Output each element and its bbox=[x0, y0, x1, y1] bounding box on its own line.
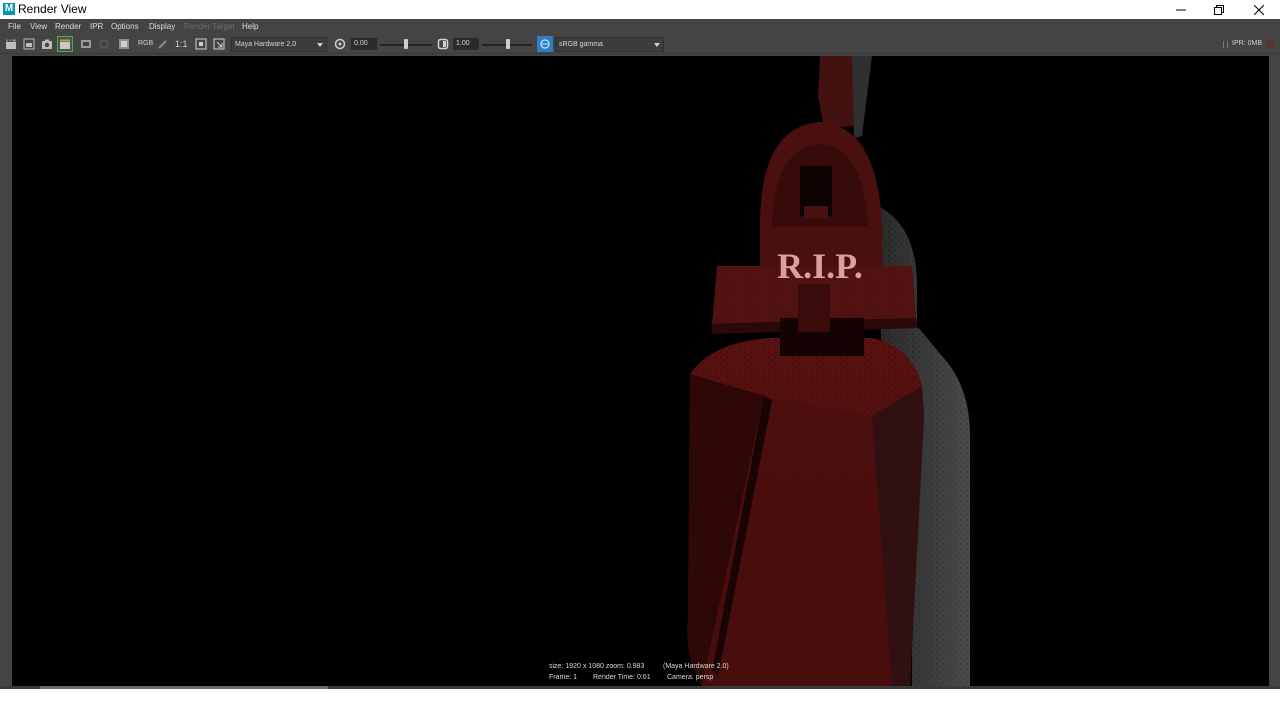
tombstone-inscription: R.I.P. bbox=[777, 246, 863, 286]
colorspace-dropdown[interactable]: sRGB gamma bbox=[555, 37, 664, 52]
colorspace-dropdown-label: sRGB gamma bbox=[559, 41, 603, 48]
exposure-reset-icon[interactable] bbox=[334, 38, 346, 50]
chevron-down-icon bbox=[317, 43, 323, 47]
menu-ipr[interactable]: IPR bbox=[90, 19, 103, 34]
minimize-icon bbox=[1176, 9, 1186, 10]
close-button[interactable] bbox=[1240, 0, 1278, 19]
maya-app-icon: M bbox=[3, 3, 15, 15]
rendered-tombstone-image: R.I.P. bbox=[687, 56, 970, 686]
real-size-button[interactable]: 1:1 bbox=[175, 34, 188, 54]
menu-bar: File View Render IPR Options Display Ren… bbox=[0, 19, 1280, 34]
menu-help[interactable]: Help bbox=[242, 19, 258, 34]
frame-image-icon[interactable] bbox=[195, 38, 207, 50]
color-picker-icon[interactable] bbox=[157, 38, 169, 50]
frame-info: Frame: 1 bbox=[549, 674, 578, 681]
camera-info: Camera: persp bbox=[667, 674, 714, 681]
menu-file[interactable]: File bbox=[8, 19, 21, 34]
render-viewport[interactable]: R.I.P. size: 1920 x 1080 zoom: 0.983 (Ma… bbox=[12, 56, 1269, 686]
render-size-info: size: 1920 x 1080 zoom: 0.983 bbox=[549, 663, 645, 670]
clapper-icon[interactable] bbox=[5, 38, 17, 50]
menu-render[interactable]: Render bbox=[55, 19, 81, 34]
snapshot-icon[interactable] bbox=[41, 38, 53, 50]
keep-image-icon[interactable] bbox=[118, 38, 130, 50]
ipr-render-button[interactable] bbox=[57, 36, 73, 52]
ipr-stop-icon[interactable] bbox=[1266, 39, 1275, 48]
render-region-icon[interactable] bbox=[23, 38, 35, 50]
render-time-info: Render Time: 0:01 bbox=[593, 674, 651, 681]
rgb-channel-button[interactable]: RGB bbox=[138, 34, 153, 54]
horizontal-scrollbar-thumb[interactable] bbox=[40, 686, 328, 689]
minimize-button[interactable] bbox=[1162, 0, 1200, 19]
title-bar: M Render View bbox=[0, 0, 1280, 19]
menu-render-target: Render Target bbox=[184, 22, 235, 31]
frame-region-icon[interactable] bbox=[213, 38, 225, 50]
refresh-disabled-icon bbox=[99, 39, 109, 49]
window-title: Render View bbox=[18, 2, 87, 16]
menu-view[interactable]: View bbox=[30, 19, 47, 34]
color-management-icon bbox=[540, 39, 550, 49]
ipr-clapper-icon bbox=[60, 39, 70, 49]
film-strip-icon[interactable] bbox=[80, 38, 92, 50]
close-icon bbox=[1254, 4, 1264, 15]
render-toolbar: RGB 1:1 Maya Hardware 2.0 0.00 1.00 sRGB… bbox=[0, 34, 1280, 54]
exposure-slider-handle[interactable] bbox=[404, 39, 408, 49]
menu-options[interactable]: Options bbox=[111, 19, 139, 34]
renderer-dropdown-label: Maya Hardware 2.0 bbox=[235, 41, 297, 48]
gamma-slider-handle[interactable] bbox=[506, 39, 510, 49]
ipr-memory-status: IPR: 0MB bbox=[1232, 40, 1262, 47]
chevron-down-icon bbox=[654, 43, 660, 47]
renderer-info: (Maya Hardware 2.0) bbox=[663, 663, 729, 670]
gamma-field[interactable]: 1.00 bbox=[453, 38, 479, 50]
restore-icon bbox=[1214, 4, 1224, 15]
exposure-field[interactable]: 0.00 bbox=[351, 38, 377, 50]
view-transform-toggle[interactable] bbox=[537, 36, 553, 52]
ipr-pause-icon[interactable] bbox=[1223, 41, 1228, 48]
restore-button[interactable] bbox=[1200, 0, 1238, 19]
menu-display[interactable]: Display bbox=[149, 19, 175, 34]
gamma-reset-icon[interactable] bbox=[437, 38, 449, 50]
renderer-dropdown[interactable]: Maya Hardware 2.0 bbox=[231, 37, 327, 52]
